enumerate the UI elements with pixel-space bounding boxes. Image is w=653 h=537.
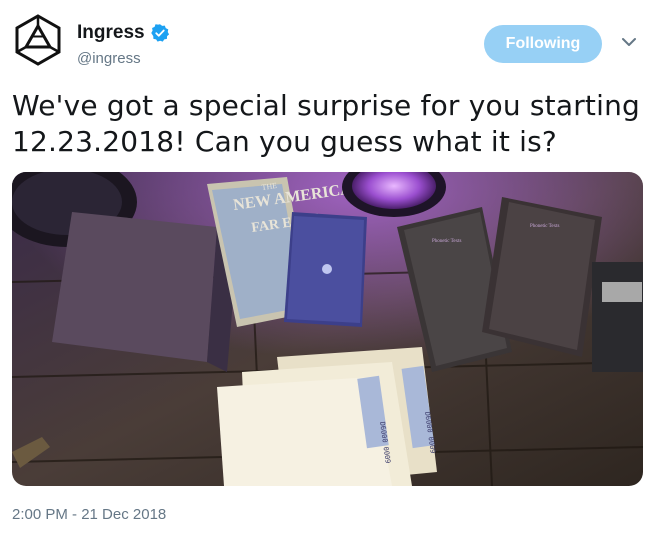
tweet-media-image[interactable]: NEW AMERICA FAR EAST THE Phonetic Texts … [12,172,643,486]
account-name-label[interactable]: Ingress [77,22,145,44]
chevron-down-icon[interactable] [620,36,638,48]
following-button[interactable]: Following [484,25,602,63]
account-name[interactable]: Ingress [77,22,170,44]
account-handle[interactable]: @ingress [77,50,141,67]
ingress-logo-icon[interactable] [12,14,64,66]
verified-badge-icon [150,24,169,42]
tweet-timestamp[interactable]: 2:00 PM - 21 Dec 2018 [12,506,166,523]
book-cover-text-1: Phonetic Texts [432,239,461,244]
media-illustration: NEW AMERICA FAR EAST THE Phonetic Texts … [12,172,643,486]
book-cover-text-2: Phonetic Texts [530,224,559,229]
tweet-text: We've got a special surprise for you sta… [12,89,640,158]
